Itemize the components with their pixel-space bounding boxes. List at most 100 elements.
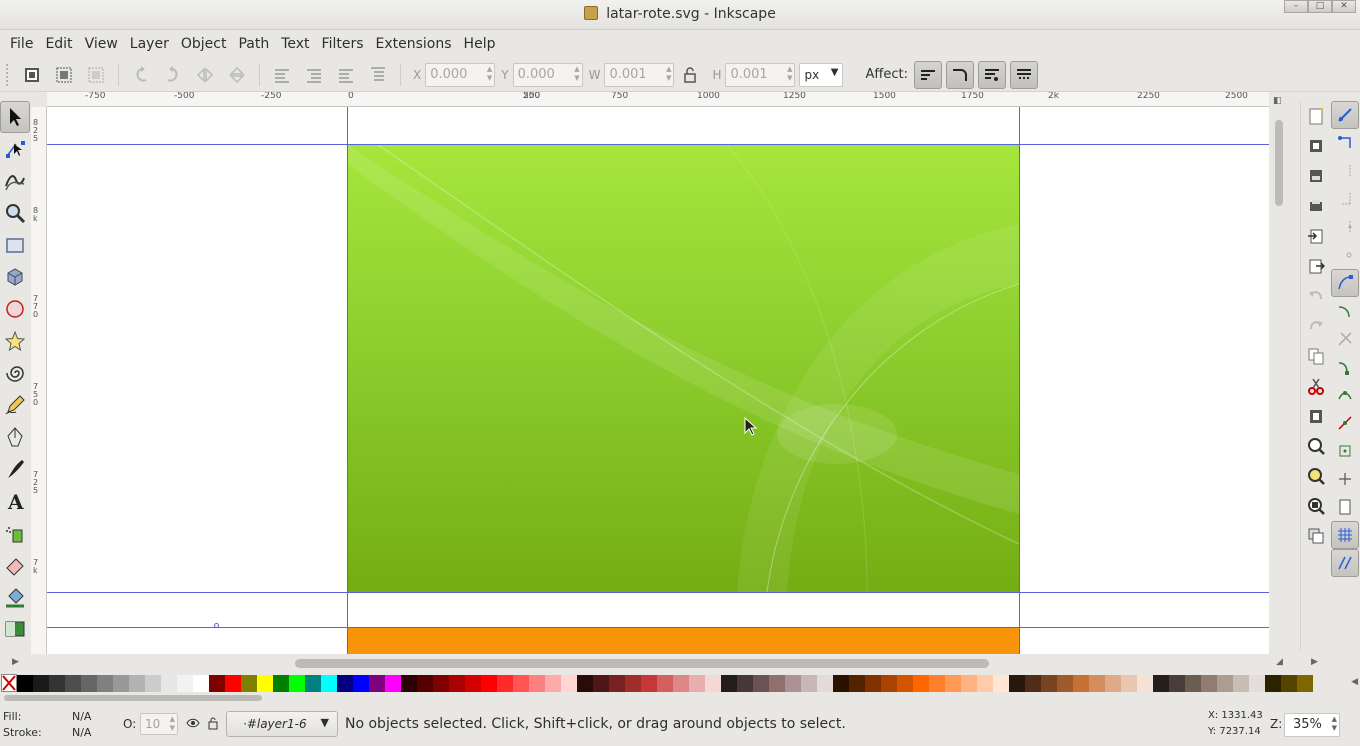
raise-to-top-button[interactable] — [366, 63, 390, 87]
y-field[interactable]: 0.000 ▲ ▼ — [512, 62, 583, 87]
color-swatch[interactable] — [625, 674, 641, 692]
color-swatch[interactable] — [913, 674, 929, 692]
color-swatch[interactable] — [529, 674, 545, 692]
zoom-spin-arrows-icon[interactable]: ▲ ▼ — [1332, 715, 1337, 733]
color-swatch[interactable] — [897, 674, 913, 692]
color-swatch[interactable] — [1185, 674, 1201, 692]
color-swatch[interactable] — [177, 674, 193, 692]
palette-scroll-thumb[interactable] — [4, 695, 262, 701]
spray-tool[interactable] — [0, 517, 30, 549]
pen-tool[interactable] — [0, 421, 30, 453]
maximize-button[interactable]: □ — [1308, 0, 1332, 13]
vertical-ruler[interactable]: 8 2 5 8 k 7 7 0 7 5 0 7 2 5 7 k — [31, 107, 47, 654]
palette-menu-icon[interactable]: ◀ — [1351, 677, 1358, 687]
vertical-scrollbar[interactable]: ◧ — [1269, 96, 1299, 656]
color-swatch[interactable] — [401, 674, 417, 692]
color-swatch[interactable] — [609, 674, 625, 692]
color-swatch[interactable] — [65, 674, 81, 692]
guide-line-vertical[interactable] — [347, 107, 348, 654]
color-swatch[interactable] — [593, 674, 609, 692]
color-swatch[interactable] — [417, 674, 433, 692]
unit-select[interactable]: px ▼ — [799, 62, 844, 87]
color-swatch[interactable] — [577, 674, 593, 692]
color-swatch[interactable] — [353, 674, 369, 692]
color-swatch[interactable] — [833, 674, 849, 692]
zoom-drawing-button[interactable] — [1301, 461, 1331, 491]
color-swatch[interactable] — [673, 674, 689, 692]
color-swatch[interactable] — [193, 674, 209, 692]
x-field[interactable]: 0.000 ▲ ▼ — [425, 62, 496, 87]
color-swatch[interactable] — [977, 674, 993, 692]
color-swatch[interactable] — [545, 674, 561, 692]
guide-line-vertical[interactable] — [1019, 107, 1020, 654]
export-button[interactable] — [1301, 251, 1331, 281]
color-swatch[interactable] — [81, 674, 97, 692]
color-swatch[interactable] — [1281, 674, 1297, 692]
color-swatch[interactable] — [289, 674, 305, 692]
cut-button[interactable] — [1301, 371, 1331, 401]
horizontal-scrollbar[interactable]: ▶ ◢ ▶ — [0, 654, 1318, 672]
h-field[interactable]: 0.001 ▲ ▼ — [725, 62, 796, 87]
snap-bbox-toggle[interactable] — [1331, 129, 1359, 157]
copy-button[interactable] — [1301, 341, 1331, 371]
guide-line-horizontal[interactable] — [47, 627, 1269, 628]
color-swatch[interactable] — [865, 674, 881, 692]
minimize-button[interactable]: – — [1284, 0, 1308, 13]
color-swatch[interactable] — [753, 674, 769, 692]
color-swatch[interactable] — [305, 674, 321, 692]
duplicate-button[interactable] — [1301, 521, 1331, 551]
color-swatch[interactable] — [497, 674, 513, 692]
color-swatch[interactable] — [641, 674, 657, 692]
zoom-field[interactable]: 35% ▲ ▼ — [1284, 713, 1340, 737]
color-swatch[interactable] — [1025, 674, 1041, 692]
color-swatch[interactable] — [1265, 674, 1281, 692]
menu-extensions[interactable]: Extensions — [370, 36, 458, 52]
open-button[interactable] — [1301, 131, 1331, 161]
affect-gradients-button[interactable] — [977, 60, 1006, 89]
undo-button[interactable] — [1301, 281, 1331, 311]
color-swatch[interactable] — [1057, 674, 1073, 692]
color-swatch[interactable] — [17, 674, 33, 692]
color-swatch[interactable] — [849, 674, 865, 692]
lock-proportions-button[interactable] — [678, 63, 702, 87]
snap-enable-toggle[interactable] — [1331, 101, 1359, 129]
eraser-tool[interactable] — [0, 549, 30, 581]
w-spin-arrows-icon[interactable]: ▲ ▼ — [666, 65, 671, 83]
affect-patterns-button[interactable] — [1009, 60, 1038, 89]
spiral-tool[interactable] — [0, 357, 30, 389]
color-swatch[interactable] — [1121, 674, 1137, 692]
print-button[interactable] — [1301, 191, 1331, 221]
snap-cusp-nodes-toggle[interactable] — [1331, 353, 1359, 381]
color-swatch[interactable] — [337, 674, 353, 692]
paint-bucket-tool[interactable] — [0, 581, 30, 613]
guide-anchor-icon[interactable] — [214, 623, 219, 628]
fill-indicator[interactable]: N/A — [72, 710, 91, 723]
color-swatch[interactable] — [561, 674, 577, 692]
raise-button[interactable] — [334, 63, 358, 87]
color-swatch[interactable] — [433, 674, 449, 692]
zoom-page-button[interactable] — [1301, 491, 1331, 521]
snap-bbox-midpoints-toggle[interactable] — [1331, 213, 1359, 241]
snap-intersections-toggle[interactable] — [1331, 325, 1359, 353]
snap-bbox-edges-toggle[interactable] — [1331, 157, 1359, 185]
paste-button[interactable] — [1301, 401, 1331, 431]
palette-scrollbar[interactable] — [0, 692, 1360, 704]
color-swatch[interactable] — [961, 674, 977, 692]
guide-line-horizontal[interactable] — [47, 592, 1269, 593]
menu-path[interactable]: Path — [232, 36, 275, 52]
calligraphy-tool[interactable] — [0, 453, 30, 485]
3d-box-tool[interactable] — [0, 261, 30, 293]
affect-stroke-width-button[interactable] — [913, 60, 942, 89]
color-swatch[interactable] — [49, 674, 65, 692]
color-swatch[interactable] — [993, 674, 1009, 692]
color-swatch[interactable] — [449, 674, 465, 692]
color-swatch[interactable] — [1137, 674, 1153, 692]
text-tool[interactable]: A — [0, 485, 30, 517]
color-swatch[interactable] — [1041, 674, 1057, 692]
color-swatch[interactable] — [129, 674, 145, 692]
import-button[interactable] — [1301, 221, 1331, 251]
w-field[interactable]: 0.001 ▲ ▼ — [604, 62, 675, 87]
horizontal-scroll-thumb[interactable] — [295, 659, 989, 668]
snapbar-expand-icon[interactable]: ▶ — [1311, 657, 1318, 667]
snap-rotation-centers-toggle[interactable] — [1331, 465, 1359, 493]
